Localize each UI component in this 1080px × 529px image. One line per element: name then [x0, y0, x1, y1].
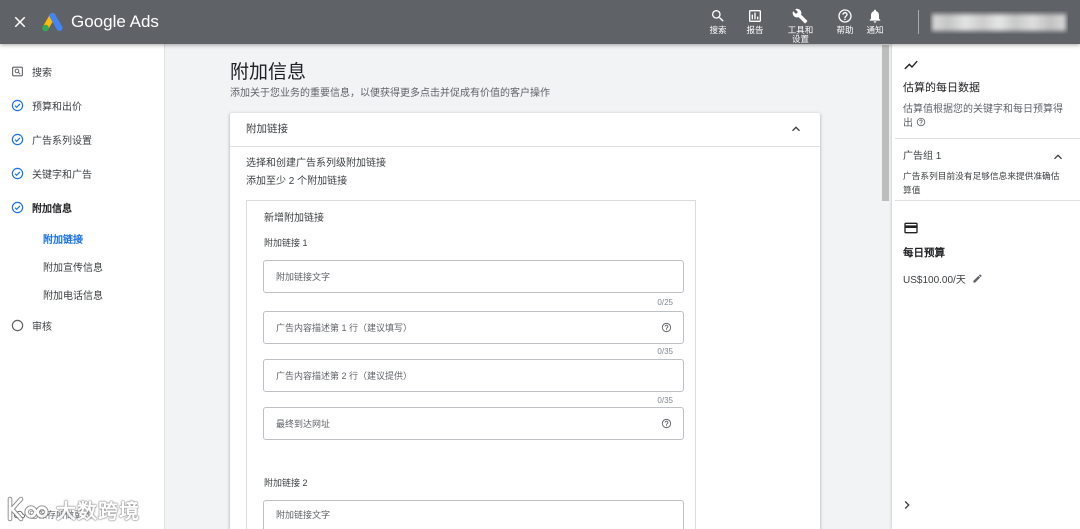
- step-budget-bidding[interactable]: 预算和出价: [0, 91, 164, 119]
- ad-group-title: 广告组 1: [903, 151, 942, 162]
- top-app-bar: Google Ads 搜索 报告 工具和设置 帮助 通知: [0, 0, 1080, 44]
- card-divider: [230, 146, 820, 147]
- new-sitelinks-section: 新增附加链接 附加链接 1 0/25 0/35 0/35 附加链接 2: [246, 200, 696, 529]
- sitelinks-card: 附加链接 选择和创建广告系列级附加链接 添加至少 2 个附加链接 新增附加链接 …: [230, 113, 820, 529]
- page-subtitle: 添加关于您业务的重要信息，以便获得更多点击并促成有价值的客户操作: [230, 88, 550, 99]
- card-title: 附加链接: [246, 123, 288, 135]
- step-label: 预算和出价: [32, 101, 82, 113]
- daily-budget-row: US$100.00/天: [903, 271, 983, 286]
- sitelink-1-label: 附加链接 1: [264, 238, 308, 248]
- sitelink-1-text-field[interactable]: [263, 260, 684, 293]
- header-search-label: 搜索: [709, 25, 727, 35]
- substep-label: 附加宣传信息: [43, 262, 103, 274]
- char-counter: 0/35: [657, 396, 673, 405]
- step-label: 审核: [32, 321, 52, 333]
- header-search-button[interactable]: 搜索: [700, 0, 736, 44]
- step-keywords-ads[interactable]: 关键字和广告: [0, 159, 164, 187]
- header-reports-button[interactable]: 报告: [737, 0, 773, 44]
- ad-group-note: 广告系列目前没有足够信息来提供准确估算值: [903, 171, 1060, 195]
- chevron-up-icon: [788, 121, 804, 137]
- substep-sitelinks[interactable]: 附加链接: [0, 225, 164, 251]
- panel-divider: [895, 200, 1080, 201]
- main-scrollbar-thumb[interactable]: [882, 45, 889, 201]
- ad-group-collapse-button[interactable]: [1050, 149, 1066, 165]
- estimates-description-text: 估算值根据您的关键字和每日预算得出: [903, 104, 1063, 129]
- campaign-steps-sidebar: 搜索 预算和出价 广告系列设置 关键字和广告 附加信息 附加链接 附加宣传信息 …: [0, 44, 165, 529]
- step-label: 关键字和广告: [32, 169, 92, 181]
- help-outline-icon[interactable]: [661, 418, 672, 429]
- help-outline-icon[interactable]: [916, 117, 926, 127]
- daily-budget-value: US$100.00/天: [903, 274, 966, 286]
- estimates-panel: 估算的每日数据 估算值根据您的关键字和每日预算得出 广告组 1 广告系列目前没有…: [891, 44, 1080, 529]
- step-extensions[interactable]: 附加信息: [0, 193, 164, 221]
- google-ads-logo: [40, 11, 65, 33]
- help-outline-icon[interactable]: [661, 322, 672, 333]
- bell-icon: [867, 8, 883, 24]
- sitelink-1-final-url-field[interactable]: [263, 407, 684, 440]
- sitelink-1-final-url-input[interactable]: [264, 408, 683, 439]
- report-icon: [747, 8, 763, 24]
- section-title: 新增附加链接: [264, 213, 324, 224]
- close-icon: [11, 13, 29, 31]
- search-icon: [710, 8, 726, 24]
- account-info-blurred: [932, 14, 1066, 31]
- header-divider: [918, 10, 919, 34]
- check-circle-icon: [11, 133, 24, 146]
- sitelink-1-description-2-field[interactable]: [263, 359, 684, 392]
- card-requirement-text: 添加至少 2 个附加链接: [246, 176, 348, 187]
- substep-label: 附加电话信息: [43, 290, 103, 302]
- substep-label: 附加链接: [43, 234, 83, 246]
- substep-callouts[interactable]: 附加宣传信息: [0, 253, 164, 279]
- wrench-icon: [792, 8, 808, 24]
- estimates-description: 估算值根据您的关键字和每日预算得出: [903, 103, 1068, 131]
- sitelink-2-text-input[interactable]: [264, 501, 683, 529]
- header-tools-label: 工具和设置: [787, 25, 814, 44]
- step-label: 附加信息: [32, 203, 72, 215]
- check-circle-icon: [11, 201, 24, 214]
- sitelink-1-text-input[interactable]: [264, 261, 683, 292]
- header-notifications-label: 通知: [866, 25, 884, 35]
- step-search[interactable]: 搜索: [0, 57, 164, 85]
- estimates-title: 估算的每日数据: [903, 82, 980, 94]
- panel-divider: [895, 138, 1080, 139]
- card-intro-text: 选择和创建广告系列级附加链接: [246, 158, 386, 169]
- header-reports-label: 报告: [746, 25, 764, 35]
- collapse-card-button[interactable]: [788, 121, 804, 137]
- credit-card-icon: [903, 220, 919, 236]
- sitelink-2-text-field[interactable]: [263, 500, 684, 529]
- edit-pencil-icon[interactable]: [972, 273, 983, 284]
- chevron-right-icon: [899, 497, 915, 513]
- trend-chart-icon: [903, 57, 919, 73]
- substep-call-extensions[interactable]: 附加电话信息: [0, 281, 164, 307]
- empty-circle-icon: [11, 319, 24, 332]
- check-circle-icon: [11, 99, 24, 112]
- page-title: 附加信息: [230, 62, 307, 83]
- check-circle-icon: [11, 167, 24, 180]
- header-tools-button[interactable]: 工具和设置: [782, 0, 818, 44]
- cloud-icon: [14, 509, 25, 520]
- app-title: Google Ads: [71, 12, 159, 31]
- step-review[interactable]: 审核: [0, 311, 164, 339]
- header-notifications-button[interactable]: 通知: [857, 0, 893, 44]
- sitelink-2-label: 附加链接 2: [264, 478, 308, 488]
- search-box-icon: [11, 65, 24, 78]
- step-label: 广告系列设置: [32, 135, 92, 147]
- daily-budget-title: 每日预算: [903, 247, 945, 259]
- sitelink-1-description-1-input[interactable]: [264, 312, 683, 343]
- account-switcher[interactable]: [930, 11, 1068, 34]
- help-icon: [837, 8, 853, 24]
- sitelink-1-description-1-field[interactable]: [263, 311, 684, 344]
- expand-panel-button[interactable]: [899, 497, 915, 513]
- chevron-up-icon: [1050, 149, 1066, 165]
- char-counter: 0/35: [657, 347, 673, 356]
- char-counter: 0/25: [657, 298, 673, 307]
- save-status: 已保存所做更改: [14, 507, 92, 521]
- step-campaign-settings[interactable]: 广告系列设置: [0, 125, 164, 153]
- save-status-text: 已保存所做更改: [29, 509, 93, 520]
- sitelink-1-description-2-input[interactable]: [264, 360, 683, 391]
- step-label: 搜索: [32, 67, 52, 79]
- close-button[interactable]: [11, 13, 29, 31]
